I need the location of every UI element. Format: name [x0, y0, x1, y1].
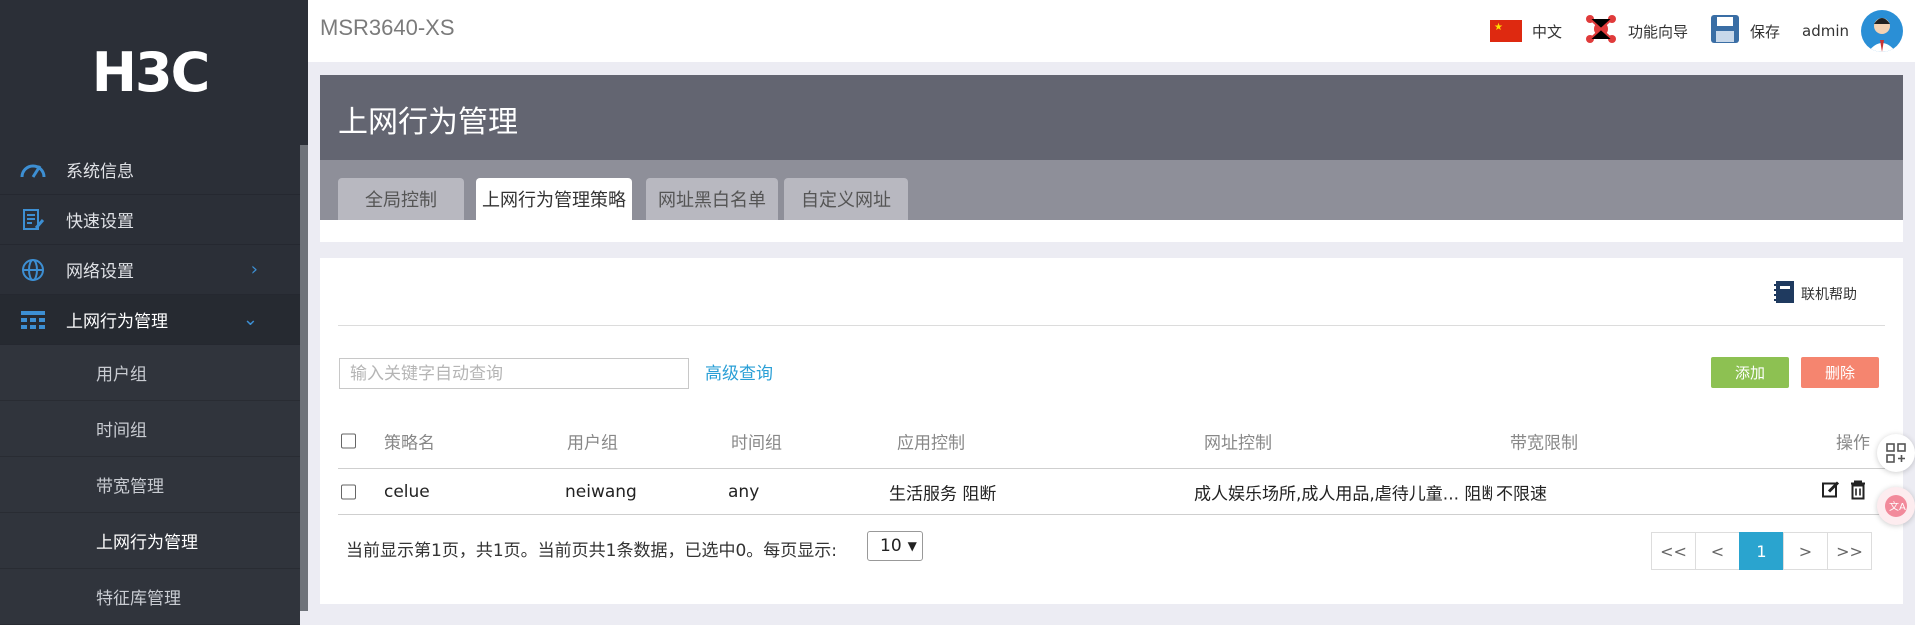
- sidebar-subitem-behavior-management[interactable]: 上网行为管理: [0, 513, 300, 569]
- table-icon: [18, 307, 48, 333]
- china-flag-icon: ★: [1489, 20, 1522, 42]
- wizard-icon: [1584, 12, 1618, 50]
- column-header-url-control[interactable]: 网址控制: [1204, 428, 1272, 453]
- chevron-down-icon: ⌄: [242, 309, 258, 330]
- row-actions: [1821, 479, 1867, 504]
- tab-url-list[interactable]: 网址黑白名单: [646, 178, 778, 220]
- sidebar-subitem-signature-library[interactable]: 特征库管理: [0, 569, 300, 625]
- sidebar-menu: 系统信息 快速设置 网络设置 › 上网行为管理 ⌄ 用户组 时间组 带宽管理 上…: [0, 145, 300, 625]
- svg-text:文A: 文A: [1889, 500, 1906, 513]
- table-row[interactable]: celue neiwang any 生活服务 阻断 成人娱乐场所,成人用品,虐待…: [338, 469, 1885, 515]
- cell-url-control: 成人娱乐场所,成人用品,虐待儿童... 阻断: [1194, 484, 1492, 504]
- edit-icon[interactable]: [1821, 479, 1841, 504]
- per-page-select[interactable]: 10 ▼: [867, 531, 923, 561]
- sidebar-item-label: 快速设置: [66, 212, 134, 232]
- pagination-summary: 当前显示第1页，共1页。当前页共1条数据，已选中0。每页显示:: [346, 541, 837, 561]
- sidebar-item-network-settings[interactable]: 网络设置 ›: [0, 245, 300, 295]
- help-book-icon: [1773, 280, 1795, 308]
- sidebar-item-quick-setup[interactable]: 快速设置: [0, 195, 300, 245]
- page-last-button[interactable]: >>: [1827, 532, 1872, 570]
- column-header-user-group[interactable]: 用户组: [567, 428, 618, 453]
- cell-bandwidth: 不限速: [1496, 484, 1547, 504]
- select-all-checkbox[interactable]: [341, 433, 356, 448]
- save-button[interactable]: 保存: [1710, 14, 1780, 48]
- language-label: 中文: [1531, 22, 1562, 41]
- search-input[interactable]: [339, 358, 689, 389]
- translate-icon[interactable]: 文A: [1877, 487, 1915, 525]
- table-header: 策略名 用户组 时间组 应用控制 网址控制 带宽限制 操作: [338, 413, 1885, 469]
- advanced-search-link[interactable]: 高级查询: [705, 359, 773, 384]
- sidebar-item-behavior-management[interactable]: 上网行为管理 ⌄: [0, 295, 300, 345]
- tab-custom-url[interactable]: 自定义网址: [784, 178, 908, 220]
- help-label: 联机帮助: [1801, 287, 1857, 303]
- column-header-bandwidth[interactable]: 带宽限制: [1510, 428, 1578, 453]
- device-model: MSR3640-XS: [320, 15, 455, 40]
- cell-user-group: neiwang: [565, 481, 637, 502]
- sidebar: H3C 系统信息 快速设置 网络设置 › 上网行为管理 ⌄ 用户组 时间组 带宽…: [0, 0, 308, 625]
- divider: [338, 325, 1885, 326]
- quick-setup-icon: [18, 207, 48, 233]
- row-checkbox[interactable]: [341, 484, 356, 499]
- logo-text: H3C: [91, 41, 210, 104]
- page-title: 上网行为管理: [338, 105, 518, 140]
- sidebar-subitem-user-group[interactable]: 用户组: [0, 345, 300, 401]
- topbar: MSR3640-XS ★ 中文 功能向导 保存 admin: [308, 0, 1915, 62]
- floppy-disk-icon: [1710, 14, 1740, 48]
- sidebar-item-system-info[interactable]: 系统信息: [0, 145, 300, 195]
- chevron-down-icon: ▼: [907, 539, 917, 553]
- sidebar-subitem-bandwidth[interactable]: 带宽管理: [0, 457, 300, 513]
- page-next-button[interactable]: >: [1783, 532, 1828, 570]
- policy-table: 策略名 用户组 时间组 应用控制 网址控制 带宽限制 操作 celue neiw…: [338, 413, 1885, 515]
- delete-button[interactable]: 删除: [1801, 357, 1879, 388]
- wizard-label: 功能向导: [1627, 22, 1688, 41]
- save-label: 保存: [1749, 22, 1780, 41]
- tab-global-control[interactable]: 全局控制: [338, 178, 464, 220]
- sidebar-scrollbar[interactable]: [300, 145, 308, 611]
- language-switch[interactable]: ★ 中文: [1489, 20, 1562, 42]
- topbar-actions: ★ 中文 功能向导 保存 admin: [1480, 10, 1903, 52]
- main-content: 联机帮助 高级查询 添加 删除 策略名 用户组 时间组 应用控制 网址控制 带宽…: [320, 258, 1903, 604]
- cell-time-group: any: [728, 481, 760, 502]
- cell-name: celue: [384, 481, 430, 502]
- column-header-name[interactable]: 策略名: [384, 428, 435, 453]
- globe-icon: [18, 257, 48, 283]
- trash-icon[interactable]: [1849, 479, 1867, 504]
- sidebar-item-label: 网络设置: [66, 262, 134, 282]
- wizard-button[interactable]: 功能向导: [1584, 12, 1688, 50]
- speedometer-icon: [18, 157, 48, 183]
- page-prev-button[interactable]: <: [1695, 532, 1740, 570]
- tab-bar: 全局控制 上网行为管理策略 网址黑白名单 自定义网址: [320, 160, 1903, 220]
- logo: H3C: [0, 0, 300, 145]
- cell-app-control: 生活服务 阻断: [889, 484, 997, 504]
- online-help-link[interactable]: 联机帮助: [1773, 280, 1857, 308]
- add-button[interactable]: 添加: [1711, 357, 1789, 388]
- grid-apps-icon[interactable]: [1877, 434, 1915, 472]
- sidebar-item-label: 系统信息: [66, 162, 134, 182]
- per-page-value: 10: [880, 536, 902, 556]
- column-header-app-control[interactable]: 应用控制: [897, 428, 965, 453]
- sidebar-item-label: 上网行为管理: [66, 312, 168, 332]
- avatar[interactable]: [1861, 10, 1903, 52]
- chevron-right-icon: ›: [250, 259, 258, 280]
- pagination: << < 1 > >>: [1651, 532, 1872, 570]
- sidebar-subitem-time-group[interactable]: 时间组: [0, 401, 300, 457]
- tab-content-band: [320, 220, 1903, 242]
- column-header-actions: 操作: [1836, 433, 1870, 453]
- username: admin: [1802, 22, 1849, 40]
- page-header: 上网行为管理: [320, 75, 1903, 160]
- tab-behavior-policy[interactable]: 上网行为管理策略: [476, 178, 632, 220]
- column-header-time-group[interactable]: 时间组: [731, 428, 782, 453]
- page-first-button[interactable]: <<: [1651, 532, 1696, 570]
- page-number-button[interactable]: 1: [1739, 532, 1784, 570]
